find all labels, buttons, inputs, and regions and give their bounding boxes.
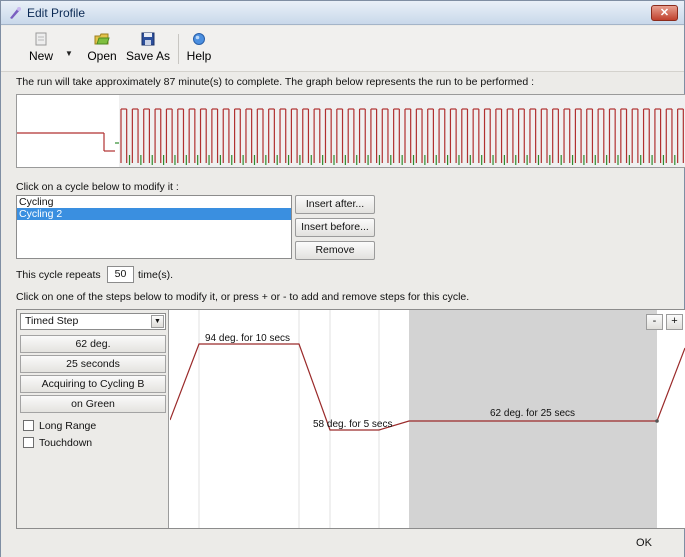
new-dropdown-arrow-icon[interactable]: ▼ [65, 49, 73, 58]
acquiring-button[interactable]: Acquiring to Cycling B [20, 375, 166, 393]
help-label: Help [186, 49, 212, 63]
run-info-text: The run will take approximately 87 minut… [16, 76, 535, 88]
toolbar-separator [178, 34, 179, 64]
duration-button[interactable]: 25 seconds [20, 355, 166, 373]
insert-before-button[interactable]: Insert before... [295, 218, 375, 237]
step-editor-panel: Timed Step ▼ 62 deg. 25 seconds Acquirin… [16, 309, 685, 529]
open-folder-icon [94, 33, 110, 45]
step-label-acquire: 62 deg. for 25 secs [490, 408, 575, 419]
app-icon [10, 7, 21, 19]
title-bar: Edit Profile ✕ [1, 1, 684, 25]
open-label: Open [87, 49, 117, 63]
step-graph-plot: 94 deg. for 10 secs 58 deg. for 5 secs 6… [169, 310, 685, 528]
toolbar: New ▼ Open Save As Help [1, 26, 684, 72]
checkbox-icon[interactable] [23, 420, 34, 431]
steps-instruction: Click on one of the steps below to modif… [16, 291, 470, 303]
step-properties-pane: Timed Step ▼ 62 deg. 25 seconds Acquirin… [17, 310, 169, 528]
cycle-list[interactable]: Cycling Cycling 2 [16, 195, 292, 259]
bottom-bar [1, 531, 684, 557]
repeats-input[interactable]: 50 [107, 266, 134, 283]
add-step-button[interactable]: + [666, 314, 683, 330]
cycle-item[interactable]: Cycling [17, 196, 291, 208]
help-icon [193, 33, 205, 45]
step-graph[interactable]: 94 deg. for 10 secs 58 deg. for 5 secs 6… [169, 310, 685, 528]
touchdown-label: Touchdown [39, 437, 93, 449]
close-button[interactable]: ✕ [651, 5, 678, 21]
help-button[interactable]: Help [184, 32, 214, 68]
step-type-select[interactable]: Timed Step ▼ [20, 313, 166, 330]
floppy-disk-icon [141, 32, 155, 46]
touchdown-checkbox[interactable]: Touchdown [23, 437, 92, 449]
insert-after-button[interactable]: Insert after... [295, 195, 375, 214]
new-label: New [28, 49, 53, 63]
run-overview-graph[interactable] [16, 94, 685, 168]
new-button[interactable]: New [23, 32, 59, 68]
channel-button[interactable]: on Green [20, 395, 166, 413]
long-range-checkbox[interactable]: Long Range [23, 420, 96, 432]
chevron-down-icon[interactable]: ▼ [151, 315, 164, 328]
new-document-icon [35, 32, 47, 46]
window-title: Edit Profile [27, 6, 86, 20]
step-label-anneal: 58 deg. for 5 secs [313, 419, 393, 430]
repeats-suffix: time(s). [138, 269, 173, 281]
step-label-denature: 94 deg. for 10 secs [205, 333, 290, 344]
ok-button[interactable]: OK [604, 534, 684, 555]
step-marker [655, 419, 659, 423]
edit-profile-window: Edit Profile ✕ New ▼ Open Save As Help T… [0, 0, 685, 557]
temperature-button[interactable]: 62 deg. [20, 335, 166, 353]
save-as-button[interactable]: Save As [125, 32, 171, 68]
remove-step-button[interactable]: - [646, 314, 663, 330]
step-type-value: Timed Step [25, 315, 79, 327]
overview-plot [17, 95, 685, 167]
repeats-prefix: This cycle repeats [16, 269, 101, 281]
selected-step-region[interactable] [409, 310, 657, 528]
save-as-label: Save As [125, 49, 171, 63]
open-button[interactable]: Open [85, 32, 119, 68]
cycle-list-label: Click on a cycle below to modify it : [16, 181, 179, 193]
remove-button[interactable]: Remove [295, 241, 375, 260]
checkbox-icon[interactable] [23, 437, 34, 448]
cycle-item-selected[interactable]: Cycling 2 [17, 208, 291, 220]
long-range-label: Long Range [39, 420, 97, 432]
